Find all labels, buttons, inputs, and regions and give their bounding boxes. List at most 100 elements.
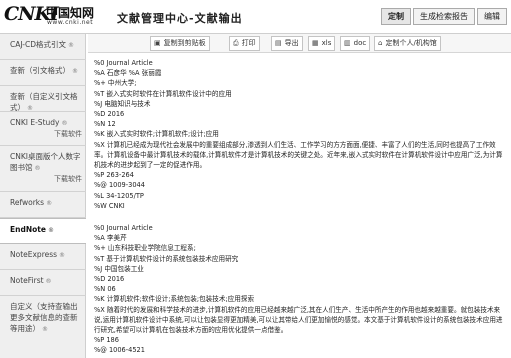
download-software-link[interactable]: 下载软件 [10,129,82,140]
info-icon: ® [68,42,75,49]
info-icon: ® [59,252,66,259]
info-icon: ® [72,68,78,75]
record-field: %N 12 [94,119,507,129]
record-field: %J 电脑知识与技术 [94,99,507,109]
record-field: %D 2016 [94,274,507,284]
word-icon: ▥ [344,39,351,47]
info-icon: ® [47,227,54,234]
sidebar-item-estudy[interactable]: CNKI E-Study ® 下载软件 [0,112,86,146]
sidebar-item-label: 查新（引文格式） [10,66,70,75]
export-label: 导出 [284,39,299,47]
record-field: %J 中国包装工业 [94,264,507,274]
field-tag: %K [94,130,105,139]
clipboard-icon: ▣ [154,39,161,47]
field-value: 李美芹 [106,234,127,243]
print-label: 打印 [241,39,256,47]
excel-icon: ▦ [312,39,319,47]
field-tag: %D [94,110,106,119]
record-field: %P 186 [94,335,507,345]
field-value: 电脑知识与技术 [104,99,151,108]
field-value: 基于计算机软件设计的系统包装技术应用研究 [106,254,239,263]
info-icon: ® [42,326,48,333]
record-field: %+ 山东科技职业学院信息工程系; [94,243,507,253]
field-value: 2016 [107,275,125,284]
sidebar-item-label: CNKI E-Study [10,118,60,127]
field-value: 计算机软件;软件设计;系统包装;包装技术;应用探索 [106,295,255,304]
field-tag: %T [94,89,105,98]
field-value: 随着时代的发展和科学技术的进步,计算机软件的应用已经越来越广泛,其在人们生产、生… [94,305,503,335]
sidebar-item-noteexpress[interactable]: NoteExpress ® [0,244,86,270]
record-field: %D 2016 [94,109,507,119]
custom-library-label: 定制个人/机构馆 [385,39,437,47]
field-tag: %X [94,305,105,314]
field-tag: %W [94,201,107,210]
record-field: %K 嵌入式实时软件;计算机软件;设计;应用 [94,129,507,139]
record-field: %P 263-264 [94,170,507,180]
xls-label: xls [321,39,332,47]
field-tag: %P [94,171,105,180]
record-field: %X 随着时代的发展和科学技术的进步,计算机软件的应用已经越来越广泛,其在人们生… [94,305,507,336]
sidebar-item-novelty-custom[interactable]: 查新（自定义引文格式） ® [0,86,86,112]
doc-label: doc [353,39,367,47]
app-header: CNKI 中国知网 www.cnki.net 文献管理中心-文献输出 定制 生成… [0,0,511,34]
record-field: %A 石彦华 %A 张丽霞 [94,68,507,78]
field-value: 1009-3044 [108,181,145,190]
field-tag: %@ [94,346,107,355]
sidebar-item-endnote[interactable]: EndNote ® [0,218,86,244]
info-icon: ® [34,165,41,172]
field-value: CNKI [108,201,125,210]
record-field: %W CNKI [94,201,507,211]
field-tag: %T [94,254,105,263]
info-icon: ® [61,120,68,127]
record-field: %@ 1006-4521 [94,345,507,355]
sidebar-item-label: EndNote [10,225,46,234]
sidebar-item-label: 查新（自定义引文格式） [10,92,78,112]
export-icon: ▤ [275,39,282,47]
institution-icon: ⌂ [378,39,383,47]
sidebar-item-novelty-citation[interactable]: 查新（引文格式） ® [0,60,86,86]
field-value: Journal Article [106,59,153,67]
cnki-logo[interactable]: CNKI 中国知网 www.cnki.net [4,3,104,31]
field-tag: %A [94,234,105,243]
record-field: %T 嵌入式实时软件在计算机软件设计中的应用 [94,89,507,99]
export-xls-button[interactable]: ▦ xls [308,36,336,51]
field-value: 263-264 [106,171,134,180]
field-value: 12 [107,120,116,129]
tab-edit[interactable]: 编辑 [477,8,507,25]
field-value: 2016 [107,110,125,119]
field-tag: %D [94,275,106,284]
sidebar-item-caj-cd[interactable]: CAJ-CD格式引文 ® [0,34,86,60]
field-tag: %P [94,336,105,345]
field-tag: %A [94,69,105,78]
download-software-link[interactable]: 下载软件 [10,174,82,185]
field-tag: %J [94,264,103,273]
tab-generate-report[interactable]: 生成检索报告 [413,8,475,25]
field-tag: %0 [94,59,105,67]
record-field: %L 34-1205/TP [94,191,507,201]
tab-customize[interactable]: 定制 [381,8,411,25]
sidebar-item-label: CNKI桌面版个人数字图书馆 [10,152,81,172]
field-value: 嵌入式实时软件在计算机软件设计中的应用 [106,89,232,98]
export-doc-button[interactable]: ▥ doc [340,36,371,51]
logo-url: www.cnki.net [47,19,94,26]
record-field: %K 计算机软件;软件设计;系统包装;包装技术;应用探索 [94,294,507,304]
print-button[interactable]: ⎙ 打印 [229,36,260,51]
record-field: %0 Journal Article [94,58,507,68]
copy-to-clipboard-button[interactable]: ▣ 复制到剪贴板 [150,36,210,51]
export-toolbar: ▣ 复制到剪贴板 ⎙ 打印 ▤ 导出 ▦ xls ▥ doc ⌂ 定制个人/机构馆 [88,34,511,53]
export-output[interactable]: %0 Journal Article %A 石彦华 %A 张丽霞 %+ 中州大学;%… [88,54,511,358]
sidebar-item-refworks[interactable]: Refworks ® [0,192,86,218]
field-tag: %0 [94,224,105,233]
sidebar-item-personal-library[interactable]: CNKI桌面版个人数字图书馆 ® 下载软件 [0,146,86,192]
export-button[interactable]: ▤ 导出 [271,36,303,51]
field-tag: %N [94,120,106,129]
sidebar-item-label: NoteExpress [10,250,58,259]
record-field: %@ 1009-3044 [94,180,507,190]
sidebar-item-custom[interactable]: 自定义（支持查输出更多文献信息的查新等用途） ® [0,296,86,336]
field-tag: %+ [94,244,106,253]
info-icon: ® [46,200,53,207]
custom-library-button[interactable]: ⌂ 定制个人/机构馆 [374,36,441,51]
endnote-record: %0 Journal Article %A 李美芹 %+ 山东科技职业学院信息工程系… [94,223,507,356]
field-value: 06 [107,285,116,294]
sidebar-item-notefirst[interactable]: NoteFirst ® [0,270,86,296]
